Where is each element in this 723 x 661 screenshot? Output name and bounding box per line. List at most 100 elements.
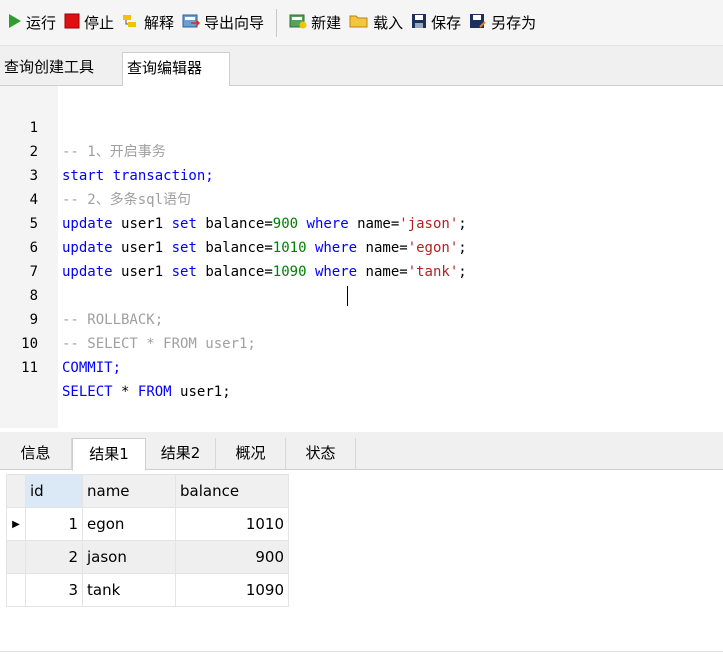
identifier: name= [357, 216, 400, 232]
tab-profile[interactable]: 概况 [216, 438, 286, 470]
string-literal: 'tank' [407, 264, 459, 280]
cell-id[interactable]: 1 [25, 507, 83, 541]
keyword: set [171, 264, 197, 280]
cell-balance[interactable]: 1090 [175, 573, 289, 607]
code-text: update user1 set balance=900 where name=… [62, 212, 467, 236]
cell-balance[interactable]: 1010 [175, 507, 289, 541]
floppy-disk-icon [411, 13, 427, 33]
number-literal: 1010 [272, 240, 307, 256]
identifier: user1; [180, 384, 231, 400]
table-row[interactable]: ▶ 1 egon 1010 [6, 507, 289, 541]
code-line: 11 SELECT * FROM user1; [0, 332, 230, 400]
row-indicator-header [6, 474, 26, 508]
keyword: set [171, 240, 197, 256]
save-as-label: 另存为 [491, 14, 537, 32]
semicolon: ; [458, 240, 467, 256]
semicolon: ; [458, 264, 467, 280]
row-indicator [6, 540, 26, 574]
stop-icon [64, 13, 80, 33]
comment: -- SELECT * FROM user1; [62, 336, 256, 352]
sql-editor[interactable]: 1 -- 1、开启事务 2 start transaction; 3 -- 2、… [0, 86, 723, 428]
grid-bottom-border [0, 651, 723, 652]
code-line: 3 -- 2、多条sql语句 [0, 140, 191, 208]
code-text: update user1 set balance=1010 where name… [62, 236, 467, 260]
explain-button[interactable]: 解释 [118, 8, 178, 38]
code-line: 9 -- SELECT * FROM user1; [0, 284, 256, 352]
cell-name[interactable]: jason [82, 540, 176, 574]
comment: -- ROLLBACK; [62, 312, 164, 328]
code-line: 7 [0, 236, 38, 280]
export-wizard-button[interactable]: 导出向导 [178, 8, 268, 38]
main-toolbar: 运行 停止 解释 导出向导 新建 载入 保存 另存为 [0, 0, 723, 46]
line-number: 11 [21, 360, 38, 376]
tab-result-1[interactable]: 结果1 [72, 438, 146, 471]
keyword: COMMIT; [62, 360, 122, 376]
tab-query-editor[interactable]: 查询编辑器 [122, 52, 230, 87]
new-query-icon [289, 13, 307, 33]
tab-query-builder[interactable]: 查询创建工具 [0, 52, 118, 86]
identifier: balance= [205, 240, 273, 256]
tab-status[interactable]: 状态 [286, 438, 356, 470]
tab-messages[interactable]: 信息 [0, 438, 72, 470]
play-icon [8, 13, 22, 33]
cell-id[interactable]: 2 [25, 540, 83, 574]
save-button[interactable]: 保存 [407, 8, 465, 38]
string-literal: 'jason' [399, 216, 459, 232]
cell-id[interactable]: 3 [25, 573, 83, 607]
identifier: name= [365, 264, 408, 280]
comment: -- 2、多条sql语句 [62, 192, 192, 208]
comment: -- 1、开启事务 [62, 144, 166, 160]
identifier: name= [365, 240, 408, 256]
keyword: update [62, 264, 113, 280]
table-row[interactable]: 3 tank 1090 [6, 573, 289, 607]
editor-tab-bar: 查询创建工具 查询编辑器 [0, 46, 723, 87]
keyword: set [171, 216, 197, 232]
string-literal: 'egon' [407, 240, 459, 256]
result-grid: id name balance ▶ 1 egon 1010 2 jason 90… [6, 474, 289, 607]
export-wizard-label: 导出向导 [204, 14, 265, 32]
header-row: id name balance [6, 474, 289, 508]
load-button[interactable]: 载入 [345, 8, 407, 38]
column-header-id[interactable]: id [25, 474, 83, 508]
code-line: 5 update user1 set balance=1010 where na… [0, 188, 467, 256]
column-header-balance[interactable]: balance [175, 474, 289, 508]
code-line: 8 -- ROLLBACK; [0, 260, 164, 328]
run-button[interactable]: 运行 [4, 8, 60, 38]
identifier: user1 [121, 240, 164, 256]
identifier: balance= [205, 216, 273, 232]
cell-balance[interactable]: 900 [175, 540, 289, 574]
keyword: start transaction; [62, 168, 214, 184]
code-line: 2 start transaction; [0, 116, 214, 184]
keyword: update [62, 240, 113, 256]
code-line: 1 -- 1、开启事务 [0, 92, 166, 160]
row-indicator [6, 573, 26, 607]
new-button[interactable]: 新建 [285, 8, 345, 38]
number-literal: 900 [272, 216, 299, 232]
cell-name[interactable]: tank [82, 573, 176, 607]
code-line: 6 update user1 set balance=1090 where na… [0, 212, 467, 280]
tab-result-2[interactable]: 结果2 [146, 438, 216, 470]
table-row[interactable]: 2 jason 900 [6, 540, 289, 574]
current-row-indicator: ▶ [6, 507, 26, 541]
code-text: update user1 set balance=1090 where name… [62, 260, 467, 284]
text-cursor [347, 286, 348, 306]
new-label: 新建 [311, 14, 342, 32]
column-header-name[interactable]: name [82, 474, 176, 508]
stop-label: 停止 [84, 14, 115, 32]
folder-icon [349, 13, 369, 33]
toolbar-divider [276, 8, 278, 37]
cell-name[interactable]: egon [82, 507, 176, 541]
code-line: 4 update user1 set balance=900 where nam… [0, 164, 467, 232]
keyword: update [62, 216, 113, 232]
save-as-button[interactable]: 另存为 [465, 8, 540, 38]
keyword: where [306, 216, 349, 232]
keyword: FROM [137, 384, 172, 400]
save-as-icon [469, 13, 487, 33]
explain-icon [122, 13, 140, 33]
stop-button[interactable]: 停止 [60, 8, 118, 38]
number-literal: 1090 [272, 264, 307, 280]
save-label: 保存 [431, 14, 462, 32]
identifier: balance= [205, 264, 273, 280]
run-label: 运行 [26, 14, 57, 32]
semicolon: ; [458, 216, 467, 232]
